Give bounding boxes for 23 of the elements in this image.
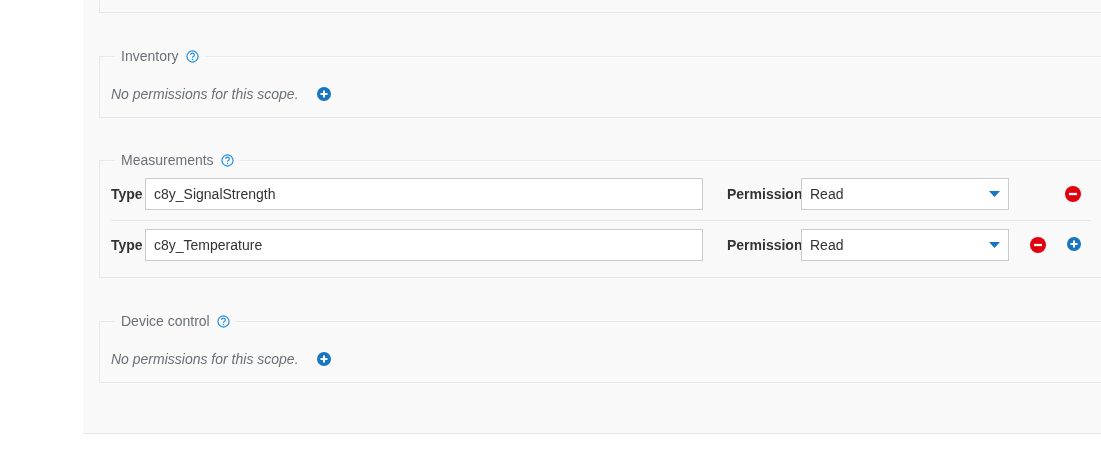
permission-label: Permission: [727, 237, 801, 253]
section-title: Inventory: [121, 48, 179, 64]
help-icon[interactable]: [185, 49, 199, 63]
empty-message: No permissions for this scope.: [111, 351, 299, 367]
help-icon[interactable]: [220, 153, 234, 167]
permission-dropdown[interactable]: Read: [801, 178, 1009, 210]
remove-icon[interactable]: [1065, 186, 1081, 202]
type-label: Type: [111, 237, 144, 253]
type-label: Type: [111, 186, 144, 202]
permission-label: Permission: [727, 186, 801, 202]
section-title: Measurements: [121, 152, 214, 168]
remove-icon[interactable]: [1030, 237, 1046, 253]
empty-message: No permissions for this scope.: [111, 86, 299, 102]
type-field[interactable]: c8y_Temperature: [145, 229, 703, 261]
caret-icon: [989, 242, 1000, 248]
section-title: Device control: [121, 313, 210, 329]
type-field[interactable]: c8y_SignalStrength: [145, 178, 703, 210]
help-icon[interactable]: [216, 314, 230, 328]
add-icon[interactable]: [316, 87, 331, 101]
add-icon[interactable]: [1067, 237, 1081, 251]
caret-icon: [989, 191, 1000, 197]
permission-dropdown[interactable]: Read: [801, 229, 1009, 261]
add-icon[interactable]: [316, 352, 331, 366]
